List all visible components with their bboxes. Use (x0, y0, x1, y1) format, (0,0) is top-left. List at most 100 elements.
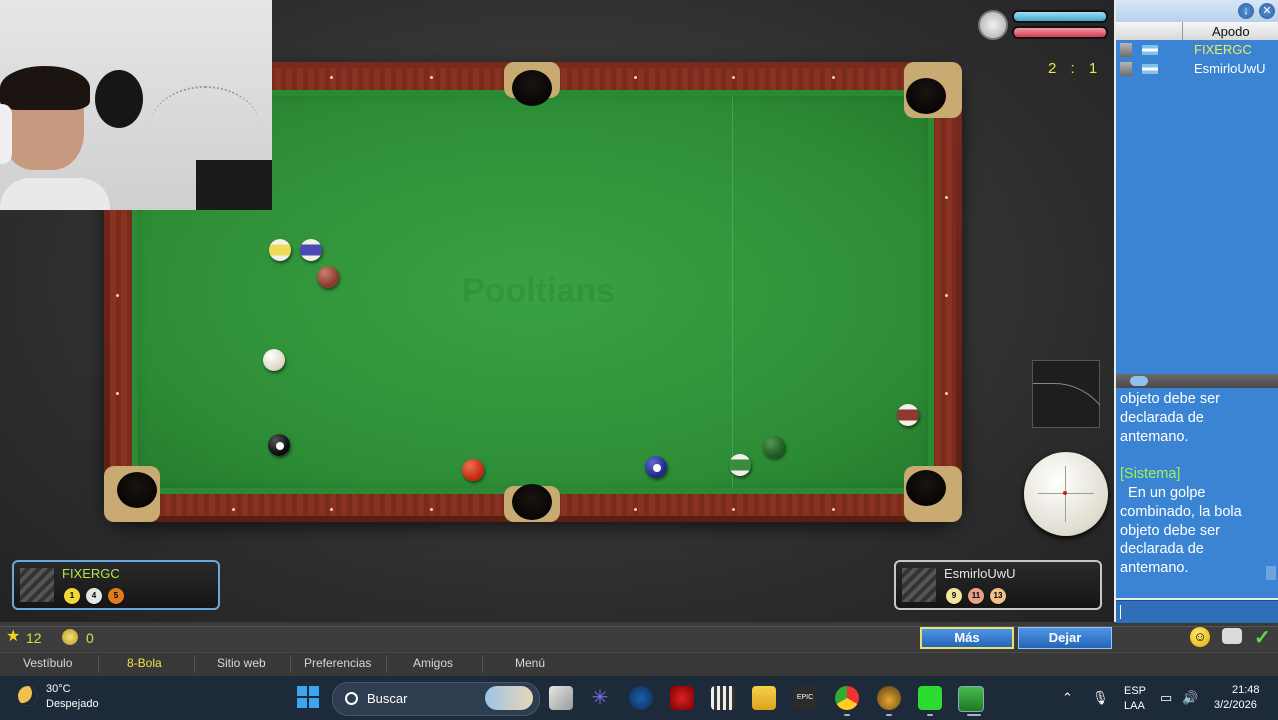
checkmark-icon[interactable]: ✓ (1254, 625, 1271, 650)
user-row[interactable]: FIXERGC (1116, 41, 1278, 59)
epic-games-icon[interactable]: EPIC (793, 686, 817, 710)
rail-diamond (330, 508, 333, 511)
rail-diamond (832, 508, 835, 511)
search-highlight-image (485, 686, 533, 710)
network-icon[interactable]: ▭ (1160, 690, 1172, 706)
weather-description[interactable]: Despejado (46, 698, 99, 710)
ball-eight (268, 434, 290, 456)
chat-input[interactable] (1116, 600, 1278, 623)
ball-solid-green (763, 436, 785, 458)
joystick-app-icon[interactable] (877, 686, 901, 710)
running-indicator (967, 714, 981, 716)
ball-icon-9: 9 (946, 588, 962, 604)
language-code[interactable]: ESP (1124, 685, 1146, 697)
clock-date[interactable]: 3/2/2026 (1214, 699, 1257, 711)
ball-striped-yellow (269, 239, 291, 261)
ball-striped-blue (300, 239, 322, 261)
nav-divider (290, 655, 291, 673)
pool-game-icon[interactable] (958, 686, 984, 712)
chevron-up-icon[interactable]: ⌃ (1062, 690, 1073, 706)
rail-diamond (430, 508, 433, 511)
leave-button[interactable]: Dejar (1018, 627, 1112, 649)
ball-icon-5: 5 (108, 588, 124, 604)
user-list: FIXERGC EsmirloUwU (1116, 40, 1278, 374)
nav-website[interactable]: Sitio web (217, 656, 266, 670)
rail-diamond (634, 508, 637, 511)
keyboard-layout[interactable]: LAA (1124, 700, 1145, 712)
start-tile (297, 698, 307, 708)
rail-diamond (430, 76, 433, 79)
nickname-column-header[interactable]: Apodo (1212, 24, 1250, 39)
rail-diamond (330, 76, 333, 79)
chat-line: objeto debe ser (1120, 391, 1220, 407)
speaker-icon[interactable]: 🔊 (1182, 690, 1198, 706)
power-meter[interactable] (1032, 360, 1100, 428)
shot-timer-icon (978, 10, 1008, 40)
more-button[interactable]: Más (920, 627, 1014, 649)
nav-lobby[interactable]: Vestíbulo (23, 656, 72, 670)
nav-divider (98, 655, 99, 673)
panel-splitter[interactable] (1116, 374, 1278, 388)
nav-divider (194, 655, 195, 673)
windows-start-icon[interactable] (297, 686, 319, 708)
monitor (196, 160, 272, 210)
star-icon: ★ (6, 628, 21, 645)
chat-log: objeto debe ser declarada de antemano. [… (1116, 388, 1278, 598)
task-view-icon[interactable] (549, 686, 573, 710)
nav-8-ball[interactable]: 8-Bola (127, 656, 162, 670)
chat-line: antemano. (1120, 560, 1189, 576)
rail-diamond (732, 76, 735, 79)
running-indicator (886, 714, 892, 716)
match-score: 2 : 1 (1048, 60, 1103, 77)
rail-diamond (945, 392, 948, 395)
player-time-bar-red (1012, 26, 1108, 39)
game-app-icon[interactable] (711, 686, 735, 710)
ball-icon-1: 1 (64, 588, 80, 604)
ball-striped-green (729, 454, 751, 476)
among-us-icon[interactable] (670, 686, 694, 710)
splitter-handle[interactable] (1130, 376, 1148, 386)
file-explorer-icon[interactable] (752, 686, 776, 710)
steam-icon[interactable] (629, 686, 653, 710)
user-icon (1120, 43, 1132, 57)
nav-bar (0, 652, 1278, 677)
chat-bubble-icon[interactable] (1222, 628, 1242, 644)
user-icon (1120, 62, 1132, 76)
coin-icon (62, 629, 78, 645)
emoji-icon[interactable]: ☺ (1190, 627, 1210, 647)
rail-diamond (732, 508, 735, 511)
nav-preferences[interactable]: Preferencias (304, 656, 371, 670)
moon-icon[interactable] (18, 686, 38, 706)
ball-solid-maroon (317, 266, 339, 288)
rail-diamond (116, 392, 119, 395)
argentina-flag-icon (1142, 64, 1158, 74)
table-watermark: Pooltians (462, 272, 616, 310)
user-row[interactable]: EsmirloUwU (1116, 60, 1278, 78)
nav-menu[interactable]: Menú (515, 656, 545, 670)
chat-scrollbar[interactable] (1266, 566, 1276, 580)
start-tile (309, 686, 319, 696)
taskbar-search[interactable]: Buscar (332, 682, 540, 716)
rail-diamond (945, 294, 948, 297)
cue-ball[interactable] (263, 349, 285, 371)
download-icon[interactable]: ↓ (1238, 3, 1254, 19)
chat-line: En un golpe (1120, 485, 1206, 501)
webcam-overlay (0, 0, 272, 210)
player-time-bar-blue (1012, 10, 1108, 23)
kick-icon[interactable] (918, 686, 942, 710)
player-avatar (902, 568, 936, 602)
network-app-icon[interactable]: ✳ (588, 686, 612, 710)
cue-ball-spin-selector[interactable] (1024, 452, 1108, 536)
clock-time[interactable]: 21:48 (1232, 684, 1260, 696)
streamer-shirt (0, 178, 110, 210)
nav-friends[interactable]: Amigos (413, 656, 453, 670)
weather-temperature[interactable]: 30°C (46, 683, 71, 695)
nav-divider (482, 655, 483, 673)
streamer-hair (0, 66, 90, 110)
close-icon[interactable]: ✕ (1259, 3, 1275, 19)
microphone-icon[interactable]: 🎙 (1092, 690, 1109, 706)
rail-diamond (116, 294, 119, 297)
chrome-icon[interactable] (835, 686, 859, 710)
wall-decoration (95, 70, 143, 128)
stars-count: 12 (26, 630, 42, 646)
